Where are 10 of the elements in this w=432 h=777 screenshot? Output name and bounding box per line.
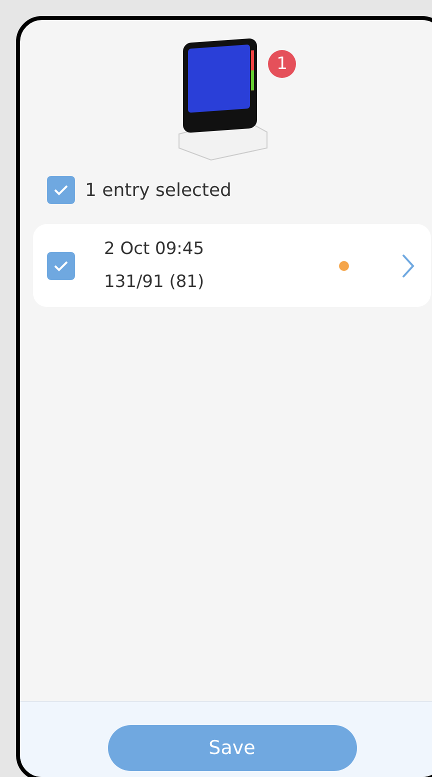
checkbox[interactable] bbox=[47, 252, 75, 280]
entry-date: 2 Oct 09:45 bbox=[104, 239, 206, 259]
entry-card[interactable]: 2 Oct 09:45 131/91 (81) bbox=[33, 224, 431, 307]
selection-count: 1 entry selected bbox=[85, 180, 232, 200]
chevron-right-icon[interactable] bbox=[401, 252, 415, 278]
checkmark-icon bbox=[53, 260, 69, 272]
checkmark-icon bbox=[53, 184, 69, 196]
notification-badge: 1 bbox=[268, 50, 296, 78]
entry-reading: 131/91 (81) bbox=[104, 272, 206, 292]
checkbox[interactable] bbox=[47, 176, 75, 204]
